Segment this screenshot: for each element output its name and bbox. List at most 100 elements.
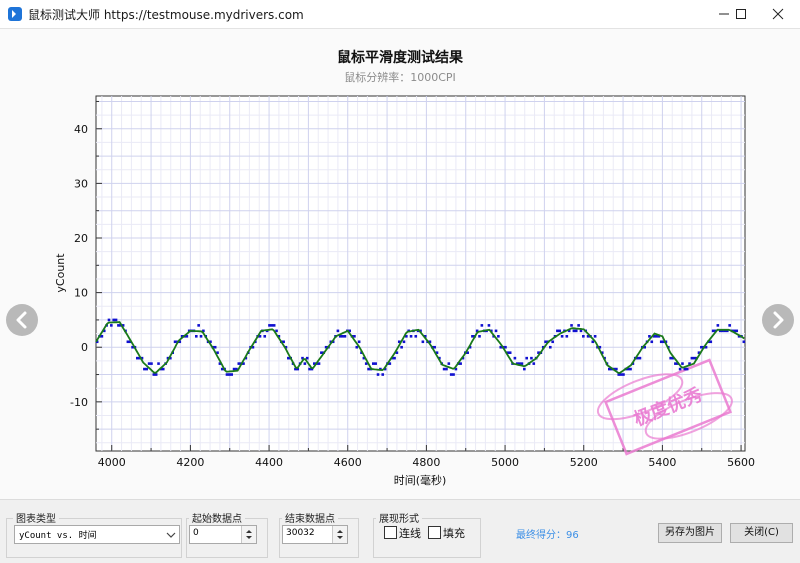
data-point <box>513 356 517 360</box>
end-point-stepper[interactable]: 30032 <box>282 525 348 544</box>
data-point <box>523 367 526 371</box>
data-point <box>341 335 344 338</box>
plot-area <box>95 95 746 452</box>
data-point <box>532 362 536 365</box>
next-chart-button[interactable] <box>762 304 794 336</box>
previous-chart-button[interactable] <box>6 304 38 336</box>
x-tick-label: 4000 <box>98 456 126 469</box>
data-point <box>270 324 274 327</box>
data-point <box>372 362 375 365</box>
data-point <box>593 335 597 338</box>
chevron-down-icon <box>166 532 176 538</box>
data-point <box>574 329 578 333</box>
final-score: 最终得分：96 <box>516 530 579 541</box>
x-axis-label: 时间(毫秒) <box>394 473 447 487</box>
data-point <box>459 362 462 365</box>
data-point <box>150 362 153 365</box>
data-point <box>343 335 347 338</box>
data-point <box>381 373 385 376</box>
chart-title: 鼠标平滑度测试结果 <box>337 49 464 66</box>
chart-type-select[interactable]: yCount vs. 时间 <box>14 525 180 544</box>
data-point <box>317 362 321 365</box>
data-point <box>237 362 241 365</box>
data-point <box>126 340 130 344</box>
y-tick-label: 30 <box>74 177 88 190</box>
data-point <box>525 356 528 360</box>
data-point <box>690 356 694 360</box>
x-tick-label: 5600 <box>727 456 755 469</box>
fill-checkbox-label: 填充 <box>443 527 465 540</box>
data-point <box>452 373 455 376</box>
data-point <box>471 335 474 338</box>
close-button[interactable] <box>758 0 798 28</box>
data-point <box>320 351 323 354</box>
data-point <box>508 351 512 354</box>
data-point <box>400 345 403 349</box>
smoothness-chart: 鼠标平滑度测试结果 鼠标分辨率：1000CPI 40 30 20 10 0 -10 4000… <box>54 49 755 487</box>
chart-type-label: 图表类型 <box>13 510 59 525</box>
y-tick-label: 0 <box>81 341 88 354</box>
data-point <box>497 335 500 338</box>
data-point <box>565 335 569 338</box>
data-point <box>678 367 682 371</box>
close-icon <box>772 8 784 20</box>
fill-checkbox[interactable] <box>428 526 441 539</box>
data-point <box>742 340 746 344</box>
save-image-button[interactable]: 另存为图片 <box>658 523 722 543</box>
close-dialog-button[interactable]: 关闭(C) <box>730 523 793 543</box>
data-point <box>638 356 642 360</box>
start-point-spin-buttons[interactable] <box>241 526 256 543</box>
data-point <box>357 340 361 344</box>
y-axis-label: yCount <box>54 253 67 293</box>
data-point <box>336 329 340 333</box>
data-point <box>530 356 533 360</box>
data-point <box>112 318 115 322</box>
data-point <box>622 373 625 376</box>
start-point-label: 起始数据点 <box>189 510 245 525</box>
data-point <box>353 335 356 338</box>
data-point <box>480 324 484 327</box>
data-point <box>414 335 418 338</box>
start-point-value: 0 <box>193 528 199 538</box>
spin-arrows-icon <box>246 530 252 539</box>
data-point <box>447 362 451 365</box>
y-tick-label: 10 <box>74 287 88 300</box>
y-tick-label: -10 <box>70 396 88 409</box>
data-point <box>674 362 677 365</box>
data-point <box>650 340 654 344</box>
x-tick-label: 4800 <box>412 456 440 469</box>
maximize-icon <box>736 9 746 19</box>
data-point <box>147 362 151 365</box>
controls-panel: 图表类型 yCount vs. 时间 起始数据点 0 结束数据点 30032 展… <box>0 499 800 563</box>
data-point <box>303 362 307 365</box>
data-point <box>560 335 564 338</box>
line-checkbox[interactable] <box>384 526 397 539</box>
start-point-stepper[interactable]: 0 <box>189 525 257 544</box>
display-mode-label: 展现形式 <box>376 510 422 525</box>
end-point-spin-buttons[interactable] <box>332 526 347 543</box>
data-point <box>355 345 359 349</box>
data-point <box>308 367 311 371</box>
data-point <box>433 345 436 349</box>
data-point <box>681 362 684 365</box>
chevron-right-icon <box>773 311 784 329</box>
data-point <box>409 335 413 338</box>
data-point <box>572 329 576 333</box>
data-point <box>549 345 552 349</box>
data-point <box>544 340 547 344</box>
data-point <box>709 340 713 344</box>
data-point <box>136 356 139 360</box>
data-point <box>230 373 233 376</box>
data-point <box>669 356 672 360</box>
data-point <box>305 356 309 360</box>
data-point <box>577 324 580 327</box>
data-point <box>659 340 663 344</box>
data-point <box>376 373 380 376</box>
maximize-button[interactable] <box>721 0 761 28</box>
data-point <box>700 345 703 349</box>
data-point <box>107 318 111 322</box>
y-tick-label: 20 <box>74 232 88 245</box>
data-point <box>117 324 120 327</box>
chart-subtitle: 鼠标分辨率：1000CPI <box>344 70 456 84</box>
data-point <box>421 340 425 344</box>
